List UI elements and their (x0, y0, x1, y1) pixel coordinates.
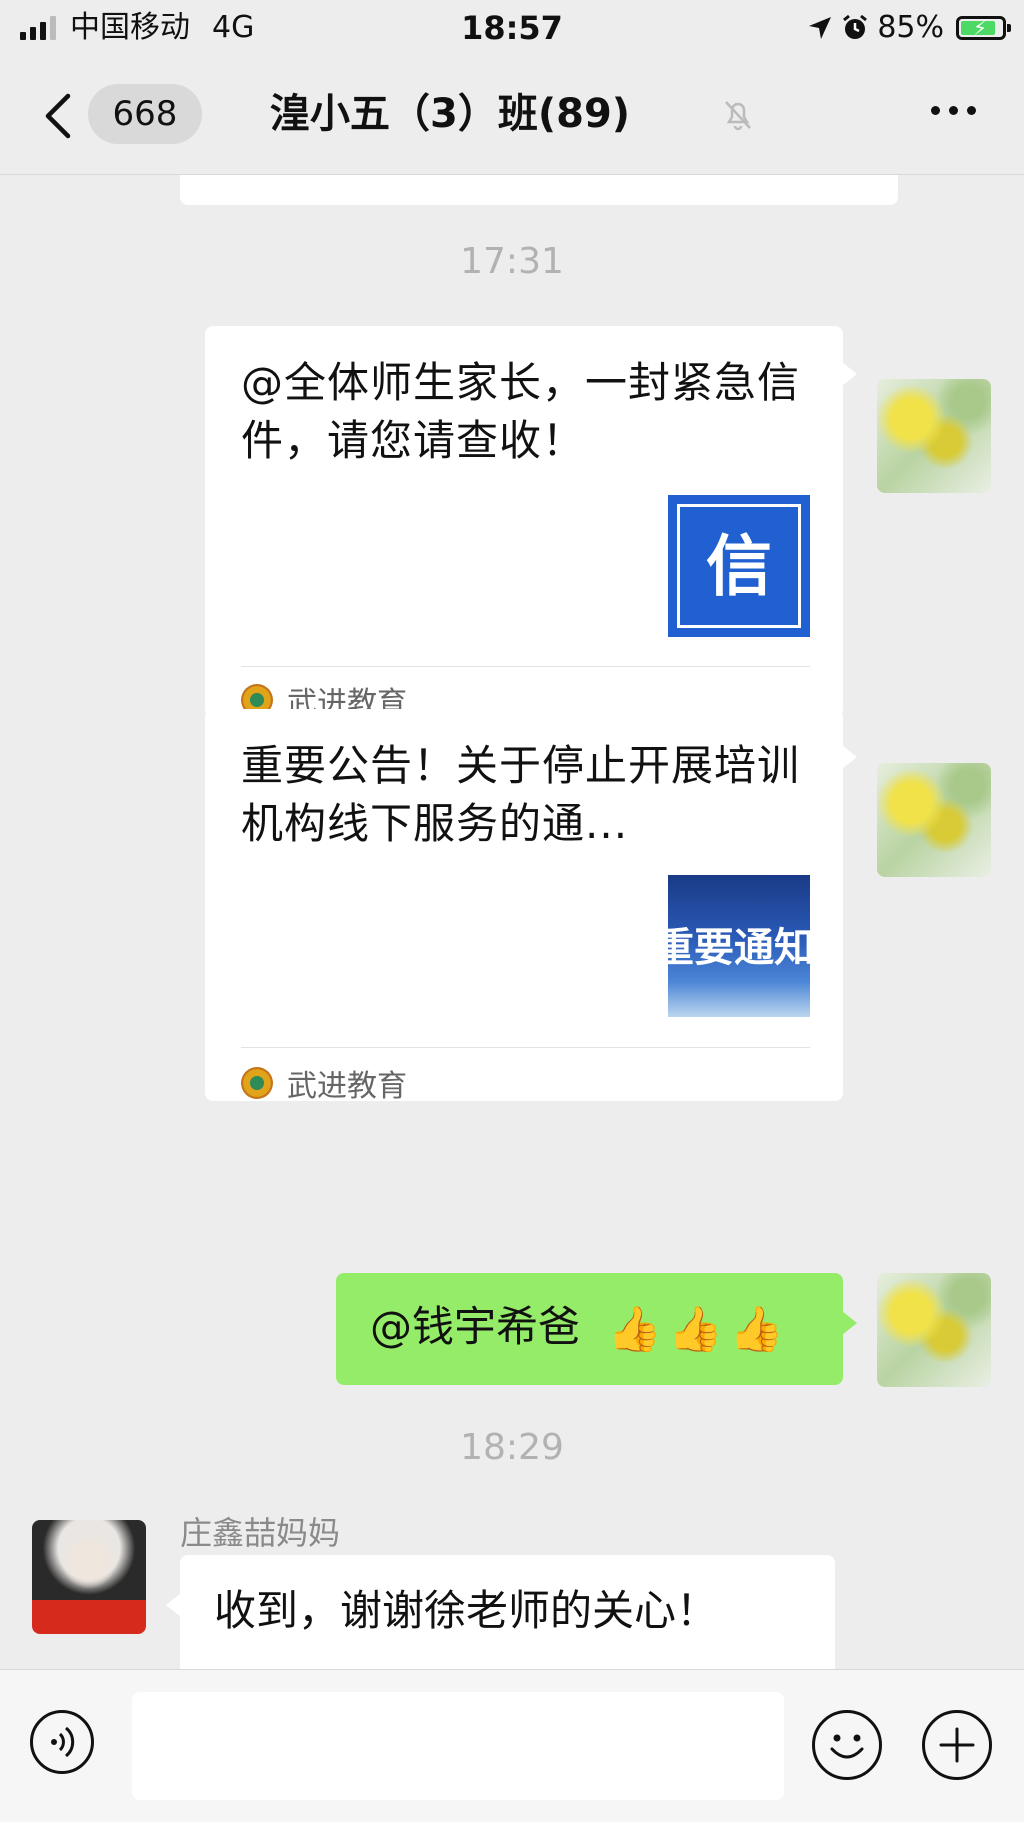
bell-muted-icon (725, 101, 751, 131)
chevron-left-icon (45, 93, 71, 139)
ellipsis-icon (931, 106, 940, 115)
battery-charging-icon: ⚡ (956, 16, 1011, 40)
card-divider (241, 1047, 810, 1048)
article-title: @全体师生家长，一封紧急信件，请您请查收！ (241, 358, 801, 465)
smiley-icon (830, 1734, 864, 1759)
chat-title[interactable]: 湟小五（3）班(89) (270, 86, 630, 142)
time-divider: 17:31 (460, 241, 564, 282)
battery-percent: 85% (877, 10, 944, 45)
sender-name: 庄鑫喆妈妈 (180, 1514, 341, 1552)
status-bar: 中国移动 4G 18:57 85% ⚡ (0, 0, 1024, 56)
avatar[interactable] (877, 1273, 991, 1387)
message-text: 收到，谢谢徐老师的关心！ (214, 1586, 719, 1635)
unread-count-badge[interactable]: 668 (88, 84, 202, 144)
thumbs-up-icons: 👍 👍 👍 (607, 1302, 783, 1358)
chat-header: 668 湟小五（3）班(89) (0, 56, 1024, 175)
message-text: @钱宇希爸 👍 👍 👍 (370, 1297, 784, 1358)
self-text-bubble[interactable]: @钱宇希爸 👍 👍 👍 (336, 1273, 857, 1385)
plus-icon (939, 1727, 975, 1763)
card-divider (241, 666, 810, 667)
thumbnail-text: 信 (677, 504, 801, 628)
location-arrow-icon (809, 17, 832, 39)
time-divider: 18:29 (460, 1427, 564, 1468)
emoji-button[interactable] (812, 1710, 882, 1780)
thumbs-up-icon: 👍 (728, 1303, 784, 1355)
article-source: 武进教育 (241, 1061, 407, 1105)
thumbs-up-icon: 👍 (607, 1303, 663, 1355)
avatar[interactable] (877, 379, 991, 493)
source-logo-icon (241, 1067, 273, 1099)
thumbnail-text: 重要通知 (668, 924, 810, 971)
voice-input-button[interactable] (30, 1710, 94, 1774)
more-options-button[interactable] (931, 106, 976, 115)
message-input[interactable] (132, 1692, 784, 1800)
back-button[interactable] (40, 92, 80, 140)
status-right: 85% ⚡ (807, 8, 1011, 48)
article-thumbnail: 信 (668, 495, 810, 637)
article-title: 重要公告！关于停止开展培训机构线下服务的通... (241, 741, 801, 848)
article-card[interactable]: @全体师生家长，一封紧急信件，请您请查收！ 信 武进教育 (205, 326, 857, 721)
chat-message-list[interactable]: 17:31 @全体师生家长，一封紧急信件，请您请查收！ 信 武进教育 重要公告！… (0, 175, 1024, 1669)
article-card[interactable]: 重要公告！关于停止开展培训机构线下服务的通... 重要通知 武进教育 (205, 709, 857, 1104)
previous-message-card[interactable] (180, 175, 898, 205)
input-bar (0, 1669, 1024, 1822)
source-name: 武进教育 (287, 1069, 407, 1104)
thumbs-up-icon: 👍 (668, 1303, 723, 1355)
avatar[interactable] (877, 763, 991, 877)
avatar[interactable] (32, 1520, 146, 1634)
incoming-text-bubble[interactable]: 收到，谢谢徐老师的关心！ (166, 1555, 835, 1669)
alarm-clock-icon (843, 14, 868, 39)
voice-icon (51, 1726, 75, 1758)
more-functions-button[interactable] (922, 1710, 992, 1780)
article-thumbnail: 重要通知 (668, 875, 810, 1017)
